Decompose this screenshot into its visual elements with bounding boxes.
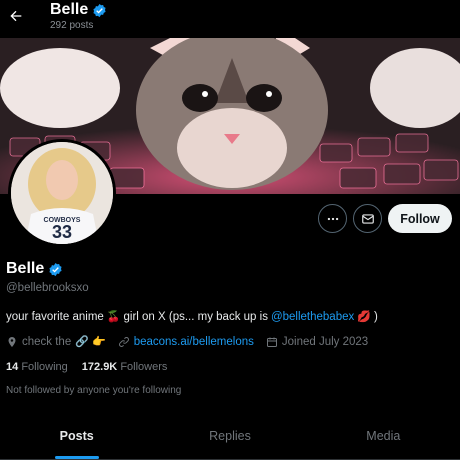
arrow-left-icon [10,10,22,22]
header-posts-count: 292 posts [50,20,94,31]
joined-item: Joined July 2023 [266,336,368,348]
bio-mention-link[interactable]: @bellethebabex [271,311,354,323]
tab-media[interactable]: Media [307,413,460,459]
tab-posts[interactable]: Posts [0,413,153,459]
followers-stat[interactable]: 172.9K Followers [82,361,168,373]
following-label: Following [21,361,68,373]
header-name: Belle [50,1,89,18]
verified-badge-icon [93,3,106,17]
joined-text: Joined July 2023 [281,335,369,348]
follow-button[interactable]: Follow [388,204,452,233]
avatar[interactable]: COWBOYS 33 [8,139,116,247]
tab-replies[interactable]: Replies [153,413,306,459]
avatar-image: COWBOYS 33 [11,142,113,244]
envelope-icon [361,213,374,224]
location-item: check the 🔗 👉 [6,335,106,348]
calendar-icon [266,337,277,347]
location-emoji: 🔗 👉 [75,336,106,348]
bio-text: ) [373,310,378,323]
location-text: check the [22,335,72,348]
profile-meta: check the 🔗 👉 beacons.ai/bellemelons Joi… [6,335,380,348]
location-pin-icon [8,336,16,347]
profile-handle: @bellebrooksxo [6,282,89,294]
profile-bio: your favorite anime 🍒 girl on X (ps... m… [6,310,378,324]
bio-text: your favorite anime [6,310,104,323]
profile-stats: 14 Following 172.9K Followers [6,361,167,373]
back-button[interactable] [6,6,26,26]
profile-name: Belle [6,260,45,277]
message-button[interactable] [353,204,382,233]
header-title: Belle [50,1,107,19]
bio-text: girl on X (ps... my back up is [123,310,268,323]
profile-header-bar: Belle 292 posts [0,0,460,38]
followers-count: 172.9K [81,361,118,373]
profile-tabs: Posts Replies Media [0,413,460,460]
website-item[interactable]: beacons.ai/bellemelons [118,336,254,348]
verified-badge-icon[interactable] [48,262,63,277]
more-horizontal-icon [327,217,338,220]
more-button[interactable] [318,204,347,233]
following-count: 14 [6,361,19,373]
link-icon [118,336,129,347]
followed-by-text: Not followed by anyone you're following [6,385,182,396]
lips-emoji: 💋 [357,311,371,323]
avatar-shirt-number: 33 [52,222,72,242]
website-link[interactable]: beacons.ai/bellemelons [134,336,254,348]
followers-label: Followers [120,361,168,373]
cherry-emoji: 🍒 [106,311,121,323]
profile-name-row: Belle [6,260,63,278]
following-stat[interactable]: 14 Following [6,361,68,373]
